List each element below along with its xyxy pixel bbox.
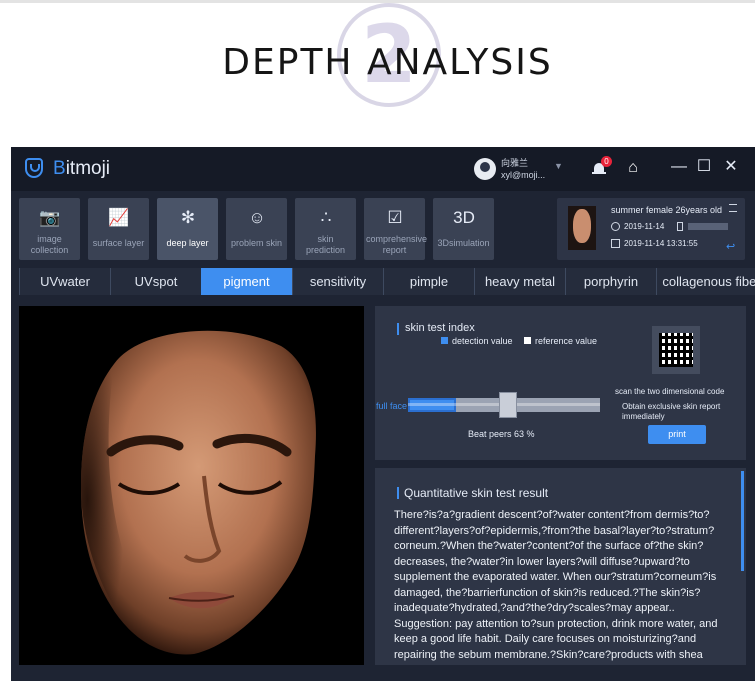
qr-code-pattern bbox=[659, 333, 693, 367]
skin-index-title: skin test index bbox=[405, 322, 475, 334]
beat-peers-text: Beat peers 63 % bbox=[468, 429, 535, 439]
tool-surface-layer[interactable]: 📈 surface layer bbox=[88, 198, 149, 260]
banner-divider bbox=[0, 0, 755, 3]
tab-pimple[interactable]: pimple bbox=[383, 268, 474, 295]
tool-skin-prediction[interactable]: ∴ skin prediction bbox=[295, 198, 356, 260]
phone-number-redacted bbox=[688, 223, 728, 230]
scrollbar[interactable] bbox=[741, 471, 744, 571]
skin-test-index-panel: skin test index detection value referenc… bbox=[375, 306, 746, 460]
scan-instruction: scan the two dimensional code bbox=[615, 387, 740, 396]
avatar[interactable] bbox=[474, 158, 496, 180]
maximize-button[interactable]: ☐ bbox=[694, 157, 714, 177]
chart-icon: 📈 bbox=[108, 207, 130, 229]
brand-prefix: B bbox=[53, 158, 66, 179]
tool-label: 3Dsimulation bbox=[435, 238, 492, 249]
app-window: Bitmoji 向雅兰 xyl@moji... ▼ 0 ⌂ — ☐ ✕ 📷 im… bbox=[11, 147, 755, 681]
profile-summary: summer female 26years old bbox=[611, 205, 722, 215]
tool-3d-simulation[interactable]: 3D 3Dsimulation bbox=[433, 198, 494, 260]
tab-heavy-metal[interactable]: heavy metal bbox=[474, 268, 565, 295]
result-description: There?is?a?gradient descent?of?water con… bbox=[394, 508, 734, 665]
close-button[interactable]: ✕ bbox=[721, 157, 741, 177]
tool-label: image collection bbox=[21, 234, 78, 256]
title-bar: Bitmoji 向雅兰 xyl@moji... ▼ 0 ⌂ — ☐ ✕ bbox=[11, 147, 755, 191]
result-title: Quantitative skin test result bbox=[404, 486, 548, 500]
user-email[interactable]: xyl@moji... bbox=[501, 170, 545, 180]
face-scan-svg bbox=[19, 306, 364, 665]
analysis-tabs: UVwater UVspot pigment sensitivity pimpl… bbox=[19, 268, 755, 295]
profile-datetime: 2019-11-14 13:31:55 bbox=[624, 239, 698, 248]
tab-porphyrin[interactable]: porphyrin bbox=[565, 268, 656, 295]
profile-photo bbox=[568, 206, 596, 250]
tool-comprehensive-report[interactable]: ☑ comprehensive report bbox=[364, 198, 425, 260]
tool-label: comprehensive report bbox=[366, 234, 423, 256]
detection-legend-swatch bbox=[441, 337, 448, 344]
phone-icon bbox=[677, 222, 683, 231]
face-icon: ☺ bbox=[246, 207, 268, 229]
minimize-button[interactable]: — bbox=[669, 157, 689, 177]
bell-base bbox=[592, 172, 606, 174]
skin-test-result-panel: Quantitative skin test result There?is?a… bbox=[375, 468, 746, 665]
tab-uvwater[interactable]: UVwater bbox=[19, 268, 110, 295]
report-promo-text: Obtain exclusive skin report immediately bbox=[622, 402, 742, 422]
profile-date: 2019-11-14 bbox=[624, 222, 664, 231]
notification-badge: 0 bbox=[601, 156, 612, 167]
detection-legend-label: detection value bbox=[452, 336, 513, 346]
tool-deep-layer[interactable]: ✻ deep layer bbox=[157, 198, 218, 260]
molecule-icon: ✻ bbox=[177, 207, 199, 229]
tool-label: deep layer bbox=[159, 238, 216, 249]
app-brand: Bitmoji bbox=[53, 158, 110, 180]
back-icon[interactable]: ↩ bbox=[726, 240, 735, 253]
qr-code bbox=[652, 326, 700, 374]
bubbles-icon: ∴ bbox=[315, 207, 337, 229]
face-scan-image bbox=[19, 306, 364, 665]
home-icon[interactable]: ⌂ bbox=[625, 159, 641, 177]
tool-label: problem skin bbox=[228, 238, 285, 249]
full-face-label: full face bbox=[376, 401, 407, 411]
tab-pigment[interactable]: pigment bbox=[201, 268, 292, 295]
tool-image-collection[interactable]: 📷 image collection bbox=[19, 198, 80, 260]
camera-icon: 📷 bbox=[39, 207, 61, 229]
tool-bar: 📷 image collection 📈 surface layer ✻ dee… bbox=[19, 198, 509, 260]
bell-icon[interactable]: 0 bbox=[592, 161, 606, 175]
tool-label: surface layer bbox=[90, 238, 147, 249]
user-name[interactable]: 向雅兰 bbox=[501, 156, 528, 169]
profile-card: summer female 26years old 2019-11-14 201… bbox=[557, 198, 745, 260]
brand-rest: itmoji bbox=[66, 158, 110, 179]
print-button[interactable]: print bbox=[648, 425, 706, 444]
tab-sensitivity[interactable]: sensitivity bbox=[292, 268, 383, 295]
section-marker bbox=[397, 487, 399, 499]
tool-problem-skin[interactable]: ☺ problem skin bbox=[226, 198, 287, 260]
section-marker bbox=[397, 323, 399, 335]
report-icon: ☑ bbox=[384, 207, 406, 229]
logo-icon bbox=[25, 158, 43, 178]
banner-title: DEPTH ANALYSIS bbox=[150, 42, 625, 83]
chevron-down-icon[interactable]: ▼ bbox=[554, 161, 563, 171]
banner: 2 DEPTH ANALYSIS bbox=[0, 0, 755, 140]
calendar-icon bbox=[611, 239, 620, 248]
tab-uvspot[interactable]: UVspot bbox=[110, 268, 201, 295]
reference-value-marker bbox=[499, 392, 517, 418]
reference-legend-label: reference value bbox=[535, 336, 597, 346]
3d-icon: 3D bbox=[453, 207, 475, 229]
reference-legend-swatch bbox=[524, 337, 531, 344]
tab-collagenous-fiber[interactable]: collagenous fiber bbox=[656, 268, 755, 295]
screenshot: 2 DEPTH ANALYSIS Bitmoji 向雅兰 xyl@moji...… bbox=[0, 0, 755, 681]
tool-label: skin prediction bbox=[297, 234, 354, 256]
clock-icon bbox=[611, 222, 620, 231]
menu-icon[interactable] bbox=[729, 204, 737, 212]
